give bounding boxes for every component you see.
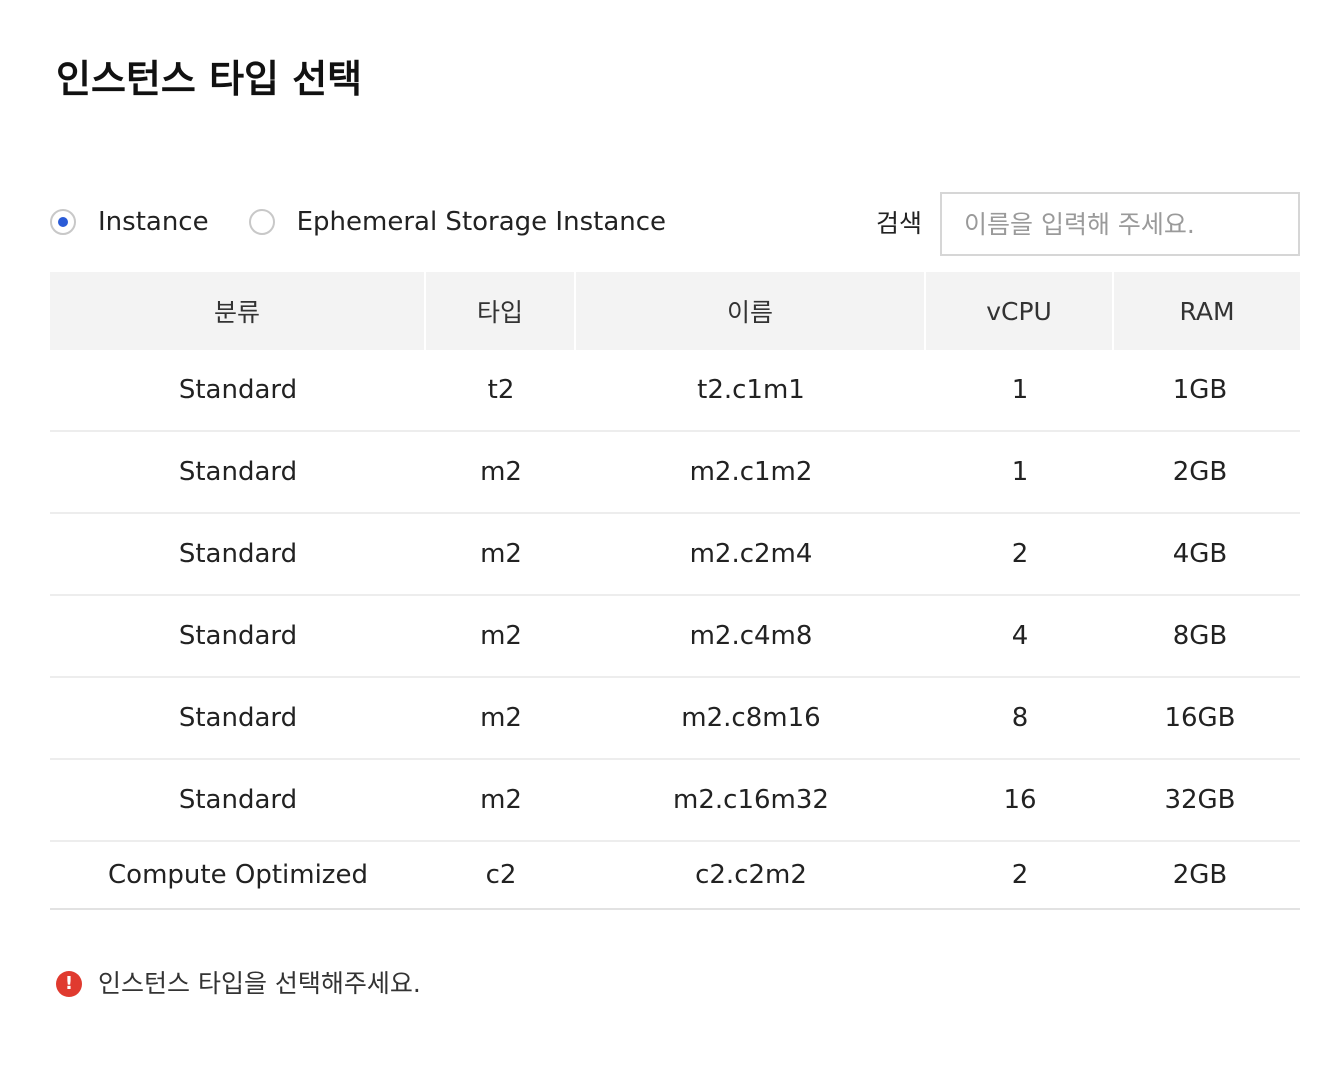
cell-vcpu: 2 — [926, 842, 1114, 910]
cell-vcpu: 16 — [926, 760, 1114, 842]
cell-type: m2 — [426, 678, 576, 760]
cell-type: m2 — [426, 514, 576, 596]
table-header-row: 분류 타입 이름 vCPU RAM — [50, 272, 1300, 350]
instance-kind-radio-group: Instance Ephemeral Storage Instance — [50, 204, 706, 240]
cell-vcpu: 1 — [926, 432, 1114, 514]
table-row[interactable]: Standard t2 t2.c1m1 1 1GB — [50, 350, 1300, 432]
validation-message-text: 인스턴스 타입을 선택해주세요. — [98, 969, 421, 998]
cell-ram: 2GB — [1114, 842, 1300, 910]
cell-category: Standard — [50, 678, 426, 760]
filter-bar: Instance Ephemeral Storage Instance 검색 — [50, 190, 1300, 256]
cell-vcpu: 8 — [926, 678, 1114, 760]
cell-ram: 1GB — [1114, 350, 1300, 432]
cell-vcpu: 4 — [926, 596, 1114, 678]
page-title: 인스턴스 타입 선택 — [56, 57, 363, 101]
cell-name: m2.c2m4 — [576, 514, 926, 596]
column-header-name: 이름 — [576, 272, 926, 350]
table-row[interactable]: Compute Optimized c2 c2.c2m2 2 2GB — [50, 842, 1300, 910]
validation-message: ! 인스턴스 타입을 선택해주세요. — [56, 966, 421, 1002]
search-label: 검색 — [876, 209, 923, 238]
cell-type: t2 — [426, 350, 576, 432]
cell-vcpu: 2 — [926, 514, 1114, 596]
radio-button-instance[interactable] — [50, 209, 76, 235]
instance-type-table-container: 분류 타입 이름 vCPU RAM Standard t2 t2.c1m1 1 … — [50, 272, 1300, 910]
cell-name: m2.c1m2 — [576, 432, 926, 514]
cell-type: m2 — [426, 432, 576, 514]
cell-ram: 8GB — [1114, 596, 1300, 678]
column-header-vcpu: vCPU — [926, 272, 1114, 350]
cell-category: Standard — [50, 432, 426, 514]
table-row[interactable]: Standard m2 m2.c16m32 16 32GB — [50, 760, 1300, 842]
cell-ram: 4GB — [1114, 514, 1300, 596]
cell-name: m2.c4m8 — [576, 596, 926, 678]
cell-type: c2 — [426, 842, 576, 910]
column-header-type: 타입 — [426, 272, 576, 350]
table-row[interactable]: Standard m2 m2.c8m16 8 16GB — [50, 678, 1300, 760]
cell-name: m2.c8m16 — [576, 678, 926, 760]
cell-type: m2 — [426, 596, 576, 678]
table-row[interactable]: Standard m2 m2.c4m8 4 8GB — [50, 596, 1300, 678]
cell-category: Standard — [50, 350, 426, 432]
radio-button-ephemeral-storage-instance[interactable] — [248, 209, 275, 235]
exclamation-icon: ! — [56, 971, 82, 997]
cell-ram: 2GB — [1114, 432, 1300, 514]
radio-label-instance: Instance — [98, 207, 209, 237]
cell-name: m2.c16m32 — [576, 760, 926, 842]
search-input[interactable] — [940, 192, 1300, 256]
cell-category: Standard — [50, 514, 426, 596]
cell-category: Compute Optimized — [50, 842, 426, 910]
cell-category: Standard — [50, 596, 426, 678]
cell-name: t2.c1m1 — [576, 350, 926, 432]
table-row[interactable]: Standard m2 m2.c1m2 1 2GB — [50, 432, 1300, 514]
cell-ram: 32GB — [1114, 760, 1300, 842]
cell-type: m2 — [426, 760, 576, 842]
cell-ram: 16GB — [1114, 678, 1300, 760]
radio-label-ephemeral-storage-instance: Ephemeral Storage Instance — [296, 207, 667, 237]
radio-option-instance[interactable]: Instance — [50, 204, 209, 240]
cell-vcpu: 1 — [926, 350, 1114, 432]
cell-category: Standard — [50, 760, 426, 842]
column-header-ram: RAM — [1114, 272, 1300, 350]
cell-name: c2.c2m2 — [576, 842, 926, 910]
instance-type-table: 분류 타입 이름 vCPU RAM Standard t2 t2.c1m1 1 … — [50, 272, 1300, 910]
radio-option-ephemeral-storage-instance[interactable]: Ephemeral Storage Instance — [248, 204, 667, 240]
column-header-category: 분류 — [50, 272, 426, 350]
table-row[interactable]: Standard m2 m2.c2m4 2 4GB — [50, 514, 1300, 596]
